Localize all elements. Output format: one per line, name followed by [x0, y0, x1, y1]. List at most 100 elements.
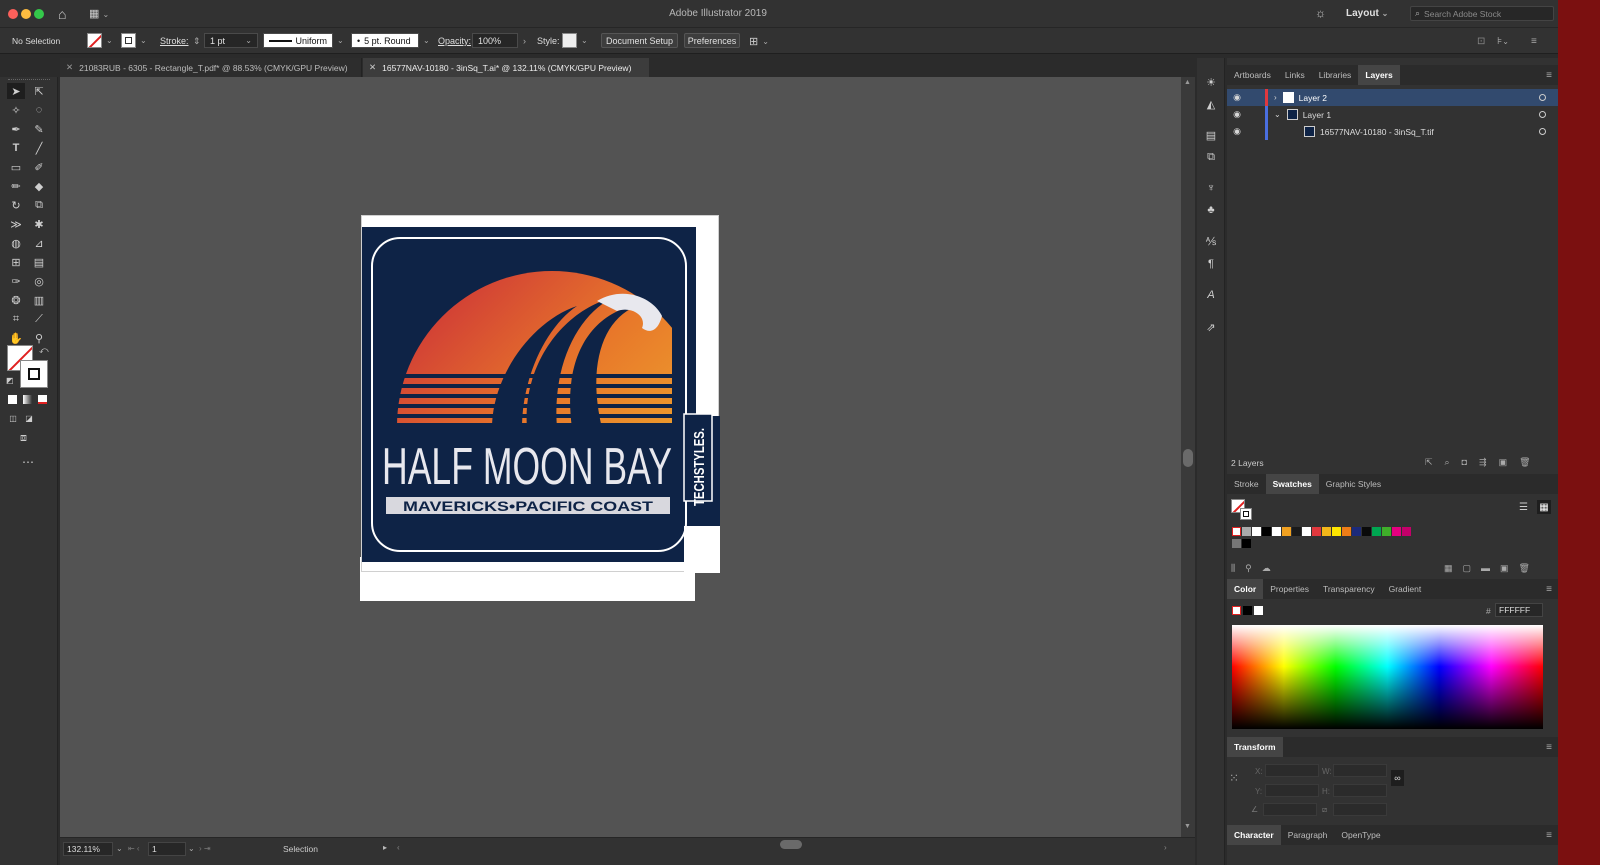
x-field[interactable] — [1265, 764, 1319, 777]
swatch[interactable] — [1352, 527, 1361, 536]
pen-tool-icon[interactable]: ✒ — [7, 121, 25, 137]
brush-library-icon[interactable]: ♆ — [1201, 179, 1221, 197]
close-tab-icon[interactable]: ✕ — [66, 62, 73, 73]
swatch[interactable] — [1392, 527, 1401, 536]
swatch[interactable] — [1252, 527, 1261, 536]
magic-wand-tool-icon[interactable]: ✧ — [7, 102, 25, 118]
tab-gradient[interactable]: Gradient — [1382, 579, 1429, 599]
eraser-tool-icon[interactable]: ◆ — [30, 178, 48, 194]
swatch[interactable] — [1332, 527, 1341, 536]
opacity-arrow-icon[interactable]: › — [523, 33, 526, 49]
collapse-chevron-icon[interactable]: ⌄ — [1274, 110, 1281, 119]
zoom-field[interactable]: 132.11% — [63, 842, 113, 856]
draw-behind-icon[interactable]: ◪ — [24, 413, 34, 423]
character-styles-icon[interactable]: A — [1201, 286, 1221, 304]
tab-properties[interactable]: Properties — [1263, 579, 1316, 599]
paragraph-styles-icon[interactable]: ¶ — [1201, 255, 1221, 273]
swatch-registration[interactable] — [1242, 527, 1251, 536]
stroke-label[interactable]: Stroke: — [160, 33, 189, 49]
color-spectrum[interactable] — [1232, 625, 1543, 729]
direct-selection-tool-icon[interactable]: ⇱ — [30, 83, 48, 99]
gradient-mode-icon[interactable] — [23, 395, 32, 404]
width-tool-icon[interactable]: ≫ — [7, 216, 25, 232]
swatch-libraries-icon[interactable]: ⫼ — [1231, 563, 1235, 574]
status-menu-arrow-icon[interactable]: ▸ — [383, 843, 387, 852]
style-dropdown-chevron[interactable]: ⌄ — [581, 36, 588, 45]
swatch[interactable] — [1402, 527, 1411, 536]
swatch[interactable] — [1312, 527, 1321, 536]
target-circle-icon[interactable] — [1539, 128, 1546, 135]
placed-image[interactable]: HALF MOON BAY MAVERICKS•PACIFIC COAST TE… — [361, 215, 720, 573]
arrange-icon[interactable]: ⊞ ⌄ — [749, 33, 769, 49]
paintbrush-tool-icon[interactable]: ✐ — [30, 159, 48, 175]
symbols-panel-icon[interactable]: ♣ — [1201, 201, 1221, 219]
layer-name[interactable]: Layer 1 — [1303, 110, 1331, 120]
none-mode-icon[interactable] — [38, 395, 47, 404]
tab-layers[interactable]: Layers — [1358, 65, 1400, 85]
export-panel-icon[interactable]: ⇗ — [1201, 318, 1221, 336]
color-mode-icon[interactable] — [8, 395, 17, 404]
shaper-tool-icon[interactable]: ✏ — [7, 178, 25, 194]
artboard-number-field[interactable]: 1 — [148, 842, 186, 856]
tab-transparency[interactable]: Transparency — [1316, 579, 1382, 599]
h-field[interactable] — [1333, 784, 1387, 797]
brushes-panel-icon[interactable]: ◭ — [1201, 95, 1221, 113]
list-view-icon[interactable]: ☰ — [1519, 502, 1528, 513]
scroll-down-arrow-icon[interactable]: ▼ — [1184, 823, 1191, 830]
visibility-eye-icon[interactable]: ◉ — [1227, 109, 1247, 120]
layers-panel-menu-icon[interactable]: ≡ — [1546, 70, 1552, 81]
delete-swatch-icon[interactable]: 🗑 — [1519, 563, 1530, 574]
tab-stroke[interactable]: Stroke — [1227, 474, 1266, 494]
artboard-dropdown-chevron[interactable]: ⌄ — [188, 844, 195, 853]
pathfinder-panel-icon[interactable]: ⧉ — [1201, 148, 1221, 166]
column-graph-tool-icon[interactable]: ▥ — [30, 292, 48, 308]
new-layer-icon[interactable]: ▣ — [1499, 457, 1508, 468]
character-panel-menu-icon[interactable]: ≡ — [1546, 830, 1552, 841]
swatch-options-icon[interactable]: ▦ — [1444, 563, 1453, 574]
target-circle-icon[interactable] — [1539, 111, 1546, 118]
scroll-up-arrow-icon[interactable]: ▲ — [1184, 79, 1191, 86]
tab-color[interactable]: Color — [1227, 579, 1264, 599]
zoom-tool-icon[interactable]: ⚲ — [30, 330, 48, 346]
layer-row[interactable]: ◉ › Layer 2 — [1227, 89, 1558, 106]
swatch[interactable] — [1362, 527, 1371, 536]
swatch[interactable] — [1302, 527, 1311, 536]
tab-artboards[interactable]: Artboards — [1227, 65, 1278, 85]
grid-view-icon[interactable]: ▦ — [1537, 500, 1551, 514]
fill-dropdown-chevron[interactable]: ⌄ — [106, 36, 113, 45]
swatch-none[interactable] — [1232, 527, 1241, 536]
glyphs-panel-icon[interactable]: ⅍ — [1201, 233, 1221, 251]
stroke-swatch[interactable] — [121, 33, 136, 48]
shape-builder-tool-icon[interactable]: ◍ — [7, 235, 25, 251]
white-color-icon[interactable] — [1254, 606, 1263, 615]
collect-export-icon[interactable]: ⇱ — [1425, 457, 1433, 468]
stroke-weight-field[interactable]: 1 pt ⌄ — [204, 33, 258, 48]
tab-graphic-styles[interactable]: Graphic Styles — [1319, 474, 1388, 494]
layer-name[interactable]: Layer 2 — [1299, 93, 1327, 103]
selection-tool-icon[interactable]: ➤ — [7, 83, 25, 99]
tab-libraries[interactable]: Libraries — [1312, 65, 1359, 85]
swatch[interactable] — [1322, 527, 1331, 536]
graphic-style-swatch[interactable] — [562, 33, 577, 48]
perspective-grid-tool-icon[interactable]: ⊿ — [30, 235, 48, 251]
swap-fill-stroke-icon[interactable]: ⤺ — [39, 345, 49, 356]
artboard-tool-icon[interactable]: ⌗ — [7, 311, 25, 327]
align-icon[interactable]: ⊧ ⌄ — [1497, 33, 1509, 49]
slice-tool-icon[interactable]: ⟋ — [30, 311, 48, 327]
reference-point-icon[interactable]: ⁙ — [1229, 771, 1244, 786]
new-color-group-icon[interactable]: ▢ — [1463, 563, 1472, 574]
new-swatch-icon[interactable]: ▣ — [1500, 563, 1509, 574]
transform-options-icon[interactable]: ⊡ — [1477, 33, 1485, 49]
lasso-tool-icon[interactable]: ◌ — [30, 102, 48, 118]
tab-swatches[interactable]: Swatches — [1265, 474, 1319, 494]
new-swatch-folder-icon[interactable]: ▬ — [1481, 563, 1490, 574]
expand-chevron-icon[interactable]: › — [1274, 93, 1277, 102]
tab-opentype[interactable]: OpenType — [1334, 825, 1387, 845]
type-tool-icon[interactable]: T — [7, 140, 25, 156]
lightbulb-icon[interactable]: ☼ — [1315, 6, 1326, 20]
preferences-button[interactable]: Preferences — [684, 33, 740, 48]
layer-name[interactable]: 16577NAV-10180 - 3inSq_T.tif — [1320, 127, 1434, 137]
swatch-link-icon[interactable]: ⚲ — [1245, 563, 1252, 574]
brush-select[interactable]: • 5 pt. Round — [351, 33, 419, 48]
profile-dropdown-chevron[interactable]: ⌄ — [337, 36, 344, 45]
